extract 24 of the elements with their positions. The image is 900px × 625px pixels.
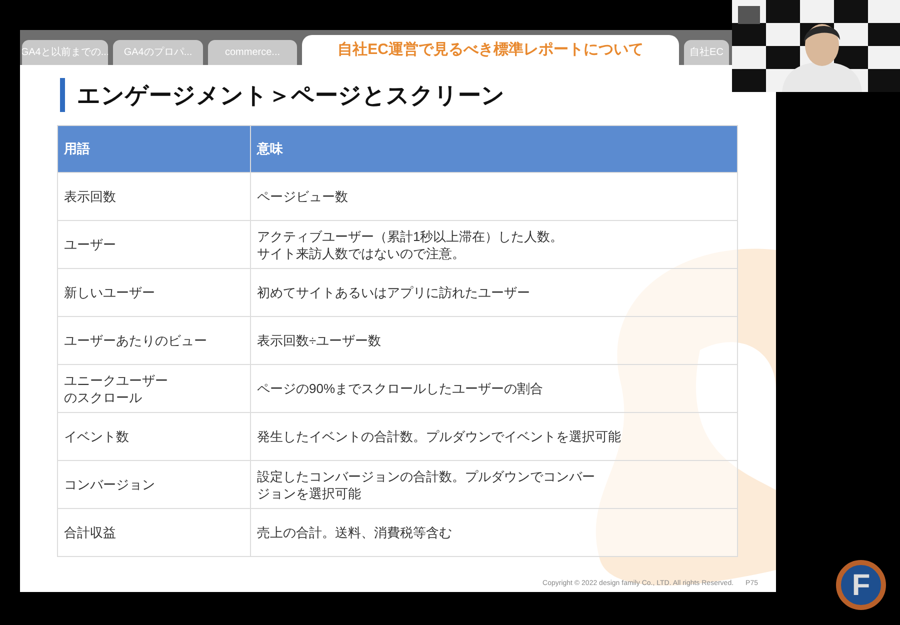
table-cell: 合計収益 — [58, 508, 250, 556]
cell-text-line: ジョンを選択可能 — [257, 484, 361, 502]
table-cell: ページの90%までスクロールしたユーザーの割合 — [250, 364, 738, 412]
slide-title: エンゲージメント＞ページとスクリーン — [77, 80, 505, 110]
table-cell: 初めてサイトあるいはアプリに訪れたユーザー — [250, 268, 738, 316]
table-cell: 新しいユーザー — [58, 268, 250, 316]
table-cell: ページビュー数 — [250, 172, 738, 220]
table-cell: 表示回数÷ユーザー数 — [250, 316, 738, 364]
table-cell: 発生したイベントの合計数。プルダウンでイベントを選択可能 — [250, 412, 738, 460]
table-cell: ユーザーあたりのビュー — [58, 316, 250, 364]
column-header: 意味 — [250, 126, 738, 172]
table-cell: 表示回数 — [58, 172, 250, 220]
cell-text-line: サイト来訪人数ではないので注意。 — [257, 244, 465, 262]
table-cell: イベント数 — [58, 412, 250, 460]
cell-text-line: のスクロール — [64, 388, 142, 406]
table-cell: 売上の合計。送料、消費税等含む — [250, 508, 738, 556]
logo: F — [836, 560, 886, 610]
table-cell: コンバージョン — [58, 460, 250, 508]
cell-text-line: 設定したコンバージョンの合計数。プルダウンでコンバー — [257, 468, 595, 484]
tab[interactable]: 自社EC運営で見るべき標準レポートについて — [302, 35, 679, 65]
cell-text-line: アクティブユーザー（累計1秒以上滞在）した人数。 — [257, 228, 564, 244]
cell-text-line: ユニークユーザー — [64, 372, 168, 388]
column-header: 用語 — [58, 126, 250, 172]
table-cell: ユーザー — [58, 220, 250, 268]
